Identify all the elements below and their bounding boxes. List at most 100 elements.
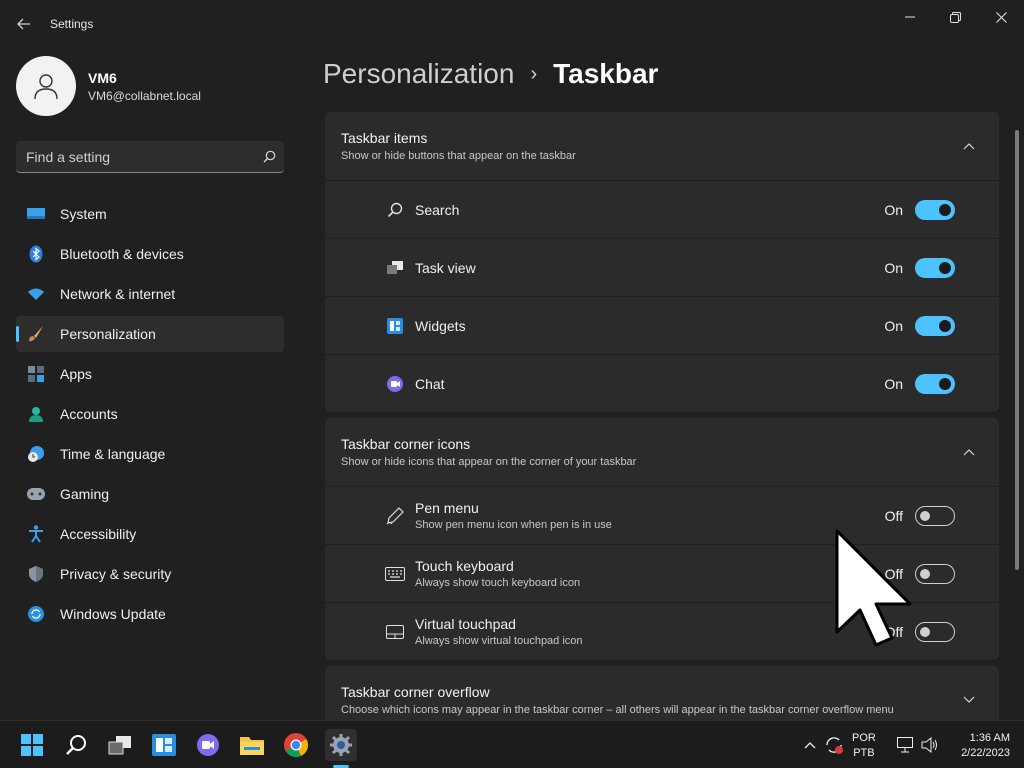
- touchpad-icon: [385, 622, 405, 642]
- taskbar-clock[interactable]: 1:36 AM 2/22/2023: [952, 731, 1010, 761]
- update-icon: [26, 604, 46, 624]
- breadcrumb-separator: ›: [530, 62, 538, 85]
- widgets-button[interactable]: [148, 729, 180, 761]
- search-box[interactable]: [16, 141, 284, 173]
- section-header-corner-icons[interactable]: Taskbar corner icons Show or hide icons …: [325, 418, 999, 486]
- minimize-icon: [905, 16, 915, 18]
- scroll-thumb[interactable]: [1015, 130, 1019, 570]
- pen-menu-toggle[interactable]: [915, 505, 955, 526]
- clock-date: 2/22/2023: [961, 747, 1010, 759]
- search-icon: [66, 735, 86, 755]
- close-icon: [995, 11, 1007, 23]
- taskbar-search-button[interactable]: [60, 729, 92, 761]
- toggle-state-label: On: [884, 201, 903, 218]
- setting-row-widgets: Widgets On: [325, 296, 999, 354]
- accessibility-icon: [26, 524, 46, 544]
- touch-keyboard-toggle[interactable]: [915, 563, 955, 584]
- sidebar-item-windows-update[interactable]: Windows Update: [16, 596, 284, 632]
- section-header-corner-overflow[interactable]: Taskbar corner overflow Choose which ico…: [325, 666, 999, 720]
- section-header-taskbar-items[interactable]: Taskbar items Show or hide buttons that …: [325, 112, 999, 180]
- setting-description: Always show virtual touchpad icon: [415, 635, 583, 647]
- virtual-touchpad-toggle[interactable]: [915, 621, 955, 642]
- volume-tray-button[interactable]: [918, 729, 942, 761]
- keyboard-icon: [385, 564, 405, 584]
- sidebar-item-gaming[interactable]: Gaming: [16, 476, 284, 512]
- app-title: Settings: [50, 17, 94, 31]
- search-button[interactable]: [254, 150, 284, 163]
- task-view-toggle[interactable]: [915, 257, 955, 278]
- mouse-cursor-icon: [834, 528, 916, 653]
- sidebar-item-label: Gaming: [60, 486, 110, 502]
- sidebar-item-system[interactable]: System: [16, 196, 284, 232]
- setting-description: Show pen menu icon when pen is in use: [415, 519, 612, 531]
- gamepad-icon: [26, 484, 46, 504]
- setting-label: Virtual touchpad: [415, 616, 516, 632]
- chrome-button[interactable]: [280, 729, 312, 761]
- chat-icon: [385, 374, 405, 394]
- sidebar-item-accounts[interactable]: Accounts: [16, 396, 284, 432]
- file-explorer-button[interactable]: [236, 729, 268, 761]
- search-input[interactable]: [26, 148, 254, 165]
- close-button[interactable]: [981, 6, 1021, 28]
- toggle-state-label: On: [884, 375, 903, 392]
- sync-tray-button[interactable]: [820, 729, 848, 761]
- chat-button[interactable]: [192, 729, 224, 761]
- sidebar-item-bluetooth[interactable]: Bluetooth & devices: [16, 236, 284, 272]
- start-button[interactable]: [16, 729, 48, 761]
- globe-clock-icon: [26, 444, 46, 464]
- input-language-indicator[interactable]: POR PTB: [852, 731, 876, 761]
- search-icon: [263, 150, 275, 163]
- sidebar-item-accessibility[interactable]: Accessibility: [16, 516, 284, 552]
- chevron-up-icon: [804, 742, 816, 749]
- toggle-state-label: On: [884, 317, 903, 334]
- profile-email: VM6@collabnet.local: [88, 88, 201, 103]
- arrow-left-icon: [17, 18, 30, 30]
- sync-alert-icon: [826, 737, 843, 754]
- back-button[interactable]: [12, 12, 36, 36]
- chevron-down-icon[interactable]: [955, 696, 983, 704]
- widgets-toggle[interactable]: [915, 315, 955, 336]
- widgets-icon: [385, 316, 405, 336]
- chrome-icon: [284, 733, 308, 757]
- sidebar-nav: System Bluetooth & devices Network & int…: [16, 196, 284, 636]
- tray-overflow-button[interactable]: [798, 729, 822, 761]
- sidebar-item-label: Apps: [60, 366, 92, 382]
- clock-time: 1:36 AM: [969, 732, 1010, 744]
- minimize-button[interactable]: [890, 6, 930, 28]
- restore-button[interactable]: [935, 6, 975, 28]
- sidebar-item-personalization[interactable]: Personalization: [16, 316, 284, 352]
- search-icon: [385, 200, 405, 220]
- person-icon: [26, 404, 46, 424]
- network-tray-button[interactable]: [894, 729, 918, 761]
- section-description: Show or hide icons that appear on the co…: [341, 456, 637, 468]
- profile-name: VM6: [88, 69, 117, 86]
- sidebar-item-time-language[interactable]: Time & language: [16, 436, 284, 472]
- breadcrumb-parent[interactable]: Personalization: [323, 58, 514, 90]
- chat-toggle[interactable]: [915, 373, 955, 394]
- setting-row-chat: Chat On: [325, 354, 999, 412]
- chevron-up-icon[interactable]: [955, 448, 983, 456]
- sidebar-item-label: Windows Update: [60, 606, 166, 622]
- section-description: Choose which icons may appear in the tas…: [341, 704, 894, 716]
- sidebar-item-network[interactable]: Network & internet: [16, 276, 284, 312]
- shield-icon: [26, 564, 46, 584]
- sidebar-item-label: Accessibility: [60, 526, 137, 542]
- sidebar-item-label: Privacy & security: [60, 566, 172, 582]
- page-title: Taskbar: [553, 58, 659, 89]
- section-taskbar-items: Taskbar items Show or hide buttons that …: [325, 112, 999, 412]
- toggle-state-label: On: [884, 259, 903, 276]
- setting-label: Search: [415, 201, 460, 218]
- sidebar-item-privacy[interactable]: Privacy & security: [16, 556, 284, 592]
- sidebar-item-label: Bluetooth & devices: [60, 246, 184, 262]
- setting-row-search: Search On: [325, 180, 999, 238]
- sidebar-item-apps[interactable]: Apps: [16, 356, 284, 392]
- keyboard-layout-code: PTB: [853, 747, 875, 759]
- bluetooth-icon: [26, 244, 46, 264]
- chevron-up-icon[interactable]: [955, 142, 983, 150]
- settings-app-button[interactable]: [325, 729, 357, 761]
- content-scrollbar[interactable]: [1014, 120, 1020, 720]
- task-view-button[interactable]: [104, 729, 136, 761]
- chat-icon: [197, 734, 219, 756]
- search-toggle[interactable]: [915, 199, 955, 220]
- user-profile[interactable]: VM6 VM6@collabnet.local: [16, 56, 201, 116]
